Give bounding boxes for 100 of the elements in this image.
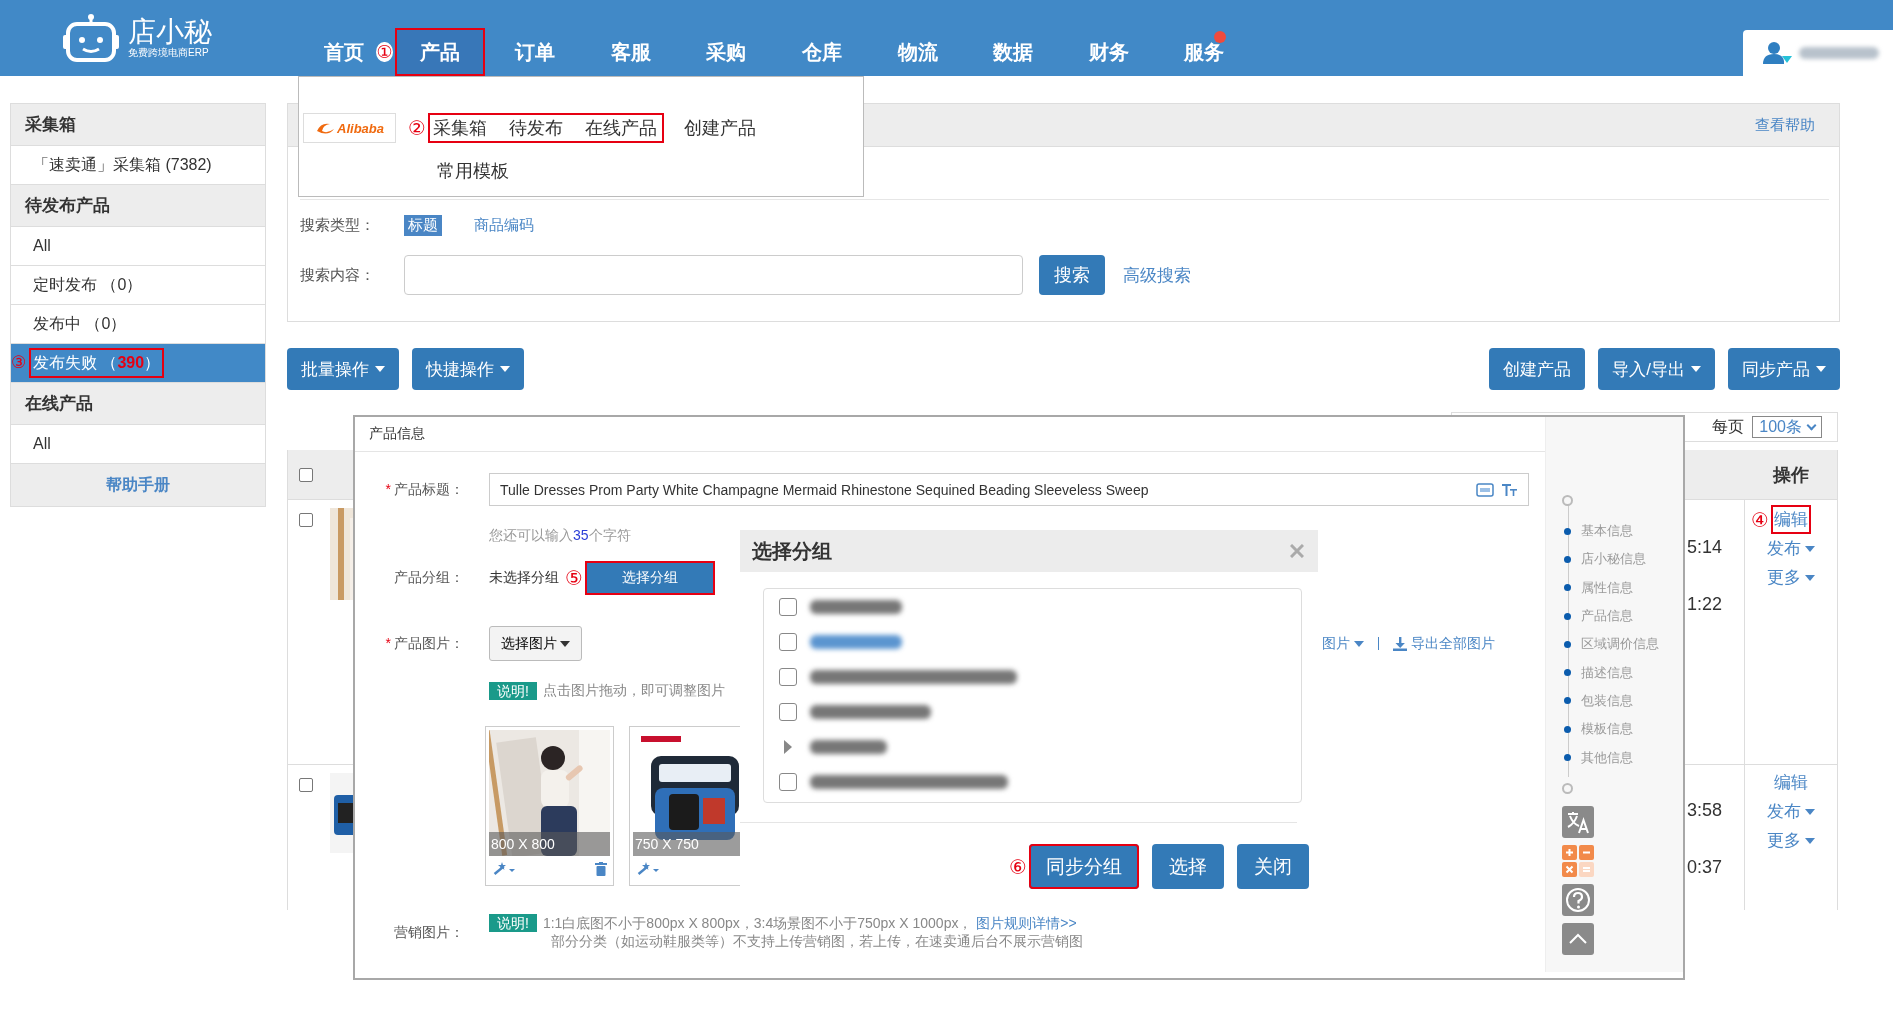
- robot-logo-icon: [63, 14, 119, 62]
- expand-arrow-icon[interactable]: [783, 739, 793, 754]
- dropdown-link[interactable]: 发布: [1764, 534, 1818, 563]
- step-link[interactable]: 属性信息: [1562, 573, 1683, 602]
- step-end-icon: [1562, 782, 1573, 794]
- step-link[interactable]: 包装信息: [1562, 686, 1683, 716]
- wand-icon[interactable]: [637, 862, 659, 875]
- dropdown-link[interactable]: 发布: [1764, 797, 1818, 826]
- menu-item[interactable]: 常用模板: [437, 156, 531, 186]
- nav-tab[interactable]: 财务: [1083, 28, 1134, 76]
- nav-tab[interactable]: 物流: [892, 28, 943, 76]
- search-button[interactable]: 搜索: [1039, 255, 1105, 295]
- title-field[interactable]: Tulle Dresses Prom Party White Champagne Mermaid Rhinestone Sequined Beading Sleeveless Sweep: [489, 473, 1529, 506]
- annotation-number: ③: [11, 352, 27, 374]
- nav-tab[interactable]: 产品: [394, 28, 485, 76]
- dialog-button[interactable]: 关闭: [1237, 844, 1309, 889]
- menu-item[interactable]: 创建产品: [684, 113, 778, 143]
- brand-logo: Alibaba: [303, 113, 396, 143]
- annotation-number: ②: [408, 117, 426, 139]
- trash-icon[interactable]: [595, 862, 607, 876]
- action-link[interactable]: 编辑: [1771, 768, 1811, 797]
- step-link[interactable]: 产品信息: [1562, 601, 1683, 631]
- checkbox[interactable]: [298, 778, 313, 792]
- step-link[interactable]: 区域调价信息: [1562, 630, 1683, 659]
- annotation-number: ⑤: [565, 567, 583, 589]
- note-tag: 说明!: [489, 914, 537, 932]
- step-link[interactable]: 基本信息: [1562, 517, 1683, 546]
- caret-icon: [1691, 366, 1701, 372]
- nav-tab[interactable]: 首页: [319, 28, 369, 76]
- sidebar-item[interactable]: ③ 发布失败 （390）: [11, 344, 265, 383]
- search-type-option[interactable]: 标题: [404, 214, 442, 236]
- field-label: 搜索内容：: [300, 265, 376, 285]
- caret-icon: [1805, 574, 1815, 581]
- field-value: 未选择分组: [489, 569, 559, 587]
- toolbar-button[interactable]: 创建产品: [1489, 348, 1586, 390]
- checkbox[interactable]: [298, 467, 313, 482]
- translate-icon[interactable]: [1562, 805, 1594, 838]
- select-image-button[interactable]: 选择图片: [489, 626, 582, 661]
- checkbox[interactable]: [298, 513, 313, 527]
- column-header: 操作: [1771, 463, 1810, 487]
- nav-tab[interactable]: 订单: [510, 28, 561, 76]
- per-page-label: 每页: [1712, 416, 1745, 437]
- checkbox[interactable]: [779, 667, 797, 686]
- checkbox[interactable]: [779, 702, 797, 721]
- toolbar-button[interactable]: 批量操作: [287, 348, 399, 390]
- rules-link[interactable]: 图片规则详情>>: [976, 915, 1077, 931]
- checkbox[interactable]: [779, 632, 797, 651]
- image-card[interactable]: 800 X 800: [485, 726, 614, 886]
- character-count-hint: 您还可以输入35个字符: [488, 527, 632, 545]
- nav-tab[interactable]: 数据: [988, 28, 1039, 76]
- dropdown-link[interactable]: 更多: [1764, 563, 1818, 592]
- step-link[interactable]: 描述信息: [1562, 658, 1683, 687]
- toolbar-button[interactable]: 同步产品: [1728, 348, 1840, 390]
- annotation-number: ⑥: [1009, 855, 1027, 878]
- search-type-option[interactable]: 商品编码: [470, 214, 538, 236]
- action-link[interactable]: 编辑: [1771, 505, 1811, 534]
- nav-tab[interactable]: 仓库: [796, 28, 847, 76]
- checkbox[interactable]: [779, 597, 797, 616]
- select-group-button[interactable]: 选择分组: [585, 561, 715, 595]
- dropdown-link[interactable]: 更多: [1764, 826, 1818, 855]
- nav-tab[interactable]: 采购: [701, 28, 752, 76]
- advanced-search-link[interactable]: 高级搜索: [1123, 263, 1191, 287]
- caret-icon: [1805, 545, 1815, 552]
- sidebar-heading: 采集箱: [11, 104, 265, 146]
- dialog-button[interactable]: 选择: [1152, 844, 1224, 889]
- download-icon: [1393, 636, 1407, 651]
- calculator-icon[interactable]: [1562, 844, 1594, 877]
- dialog-button[interactable]: 同步分组: [1029, 844, 1139, 889]
- note-text: 部分分类（如运动鞋服类等）不支持上传营销图，若上传，在速卖通后台不展示营销图: [550, 932, 1083, 950]
- time-text: 1:22: [1687, 593, 1724, 616]
- step-link[interactable]: 其他信息: [1562, 743, 1683, 772]
- image-menu-link[interactable]: 图片: [1322, 634, 1364, 653]
- caret-icon: [1354, 640, 1364, 647]
- nav-tab[interactable]: 服务: [1179, 28, 1230, 76]
- menu-item[interactable]: 在线产品: [585, 113, 659, 143]
- step-link[interactable]: 模板信息: [1562, 715, 1683, 744]
- wand-icon[interactable]: [493, 862, 515, 875]
- scroll-top-icon[interactable]: [1562, 922, 1594, 955]
- caret-icon: [1805, 808, 1815, 815]
- checkbox[interactable]: [779, 772, 797, 791]
- export-images-link[interactable]: 导出全部图片: [1393, 634, 1495, 653]
- field-label: * 产品图片：: [384, 634, 464, 653]
- caret-icon: [375, 366, 385, 372]
- help-link[interactable]: 帮助手册: [106, 474, 170, 496]
- toolbar-button[interactable]: 快捷操作: [412, 348, 524, 390]
- menu-item[interactable]: 采集箱: [433, 113, 509, 143]
- notification-dot: [1214, 31, 1227, 43]
- toolbar-button[interactable]: 导入/导出: [1598, 348, 1715, 390]
- per-page-select[interactable]: 100条: [1752, 416, 1822, 438]
- close-icon[interactable]: [1290, 544, 1304, 558]
- time-text: 3:58: [1687, 799, 1724, 822]
- step-link[interactable]: 店小秘信息: [1562, 545, 1683, 574]
- help-link[interactable]: 查看帮助: [1755, 115, 1815, 135]
- nav-tab[interactable]: 客服: [605, 28, 656, 76]
- search-field[interactable]: [404, 255, 1023, 295]
- user-area[interactable]: [1743, 30, 1893, 76]
- help-icon[interactable]: [1562, 883, 1594, 916]
- divider-bar: [1378, 637, 1379, 650]
- menu-item[interactable]: 待发布: [509, 113, 585, 143]
- field-label: 搜索类型：: [300, 215, 376, 235]
